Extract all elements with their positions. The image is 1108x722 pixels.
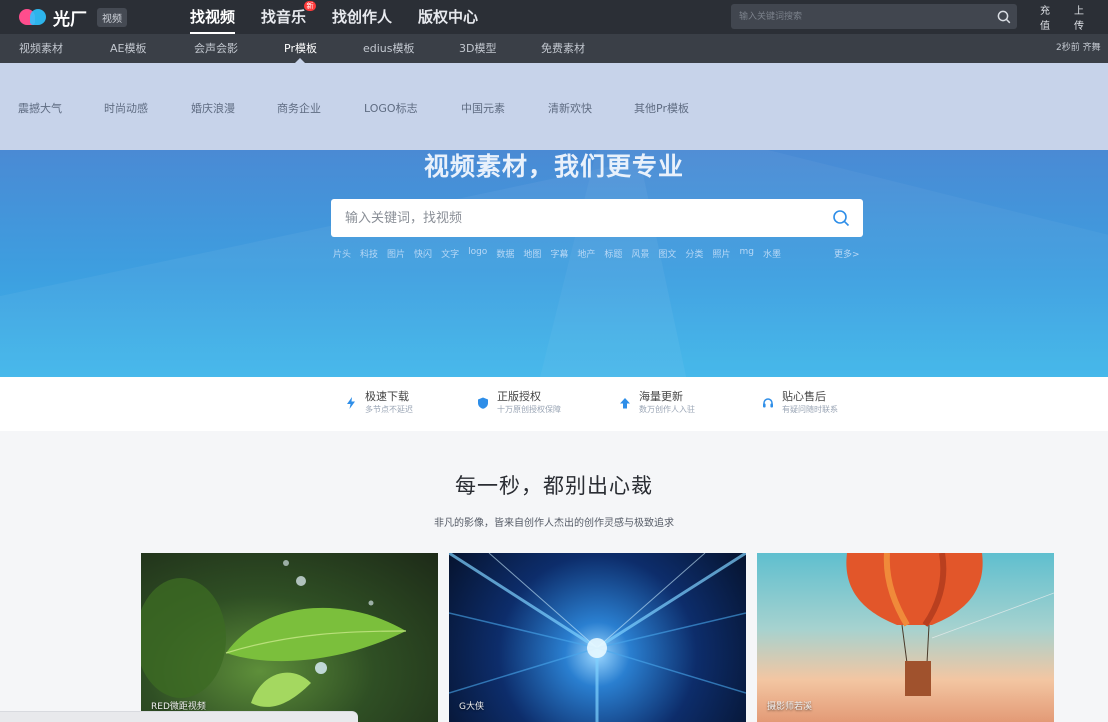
feature-desc: 有疑问随时联系 [782, 405, 838, 414]
nav-copyright-center-label: 版权中心 [418, 8, 479, 26]
hot-air-balloon-illustration [846, 553, 1054, 696]
brand-logo[interactable]: 光厂 视频 [19, 0, 127, 34]
hot-tag[interactable]: 地图 [523, 247, 541, 260]
recent-activity-text: 2秒前 齐舞 [1056, 43, 1101, 53]
brand-name: 光厂 [53, 9, 87, 30]
feature-desc: 数万创作人入驻 [639, 405, 695, 414]
feature-desc: 多节点不延迟 [365, 405, 413, 414]
showcase-card-balloon[interactable]: 摄影师若溪 [757, 553, 1054, 722]
search-icon[interactable] [819, 199, 863, 237]
more-tags-link[interactable]: 更多> [834, 247, 860, 260]
brand-sub-label: 视频 [97, 7, 127, 27]
feature-licensed: 正版授权十万原创授权保障 [477, 390, 561, 415]
nav-find-creator[interactable]: 找创作人 [319, 0, 405, 34]
nav-copyright-center[interactable]: 版权中心 [405, 0, 491, 34]
subnav-edius-templates[interactable]: edius模板 [363, 34, 415, 63]
dropdown-item[interactable]: 婚庆浪漫 [191, 100, 235, 116]
nav-find-video-label: 找视频 [190, 8, 236, 26]
search-icon[interactable] [991, 4, 1017, 29]
dropdown-item[interactable]: 商务企业 [277, 100, 321, 116]
subnav-pr-templates[interactable]: Pr模板 [284, 34, 317, 63]
feature-strip: 极速下载多节点不延迟 正版授权十万原创授权保障 海量更新数万创作人入驻 贴心售后… [0, 377, 1108, 431]
nav-find-video[interactable]: 找视频 [177, 0, 248, 34]
card-caption: 摄影师若溪 [767, 702, 813, 712]
upload-link[interactable]: 上传 [1074, 2, 1084, 32]
dropdown-item[interactable]: 震撼大气 [18, 100, 62, 116]
dropdown-item[interactable]: 时尚动感 [104, 100, 148, 116]
top-navbar: 光厂 视频 找视频 找音乐新 找创作人 版权中心 充值 上传 [0, 0, 1108, 34]
dropdown-item[interactable]: 其他Pr模板 [634, 100, 689, 116]
dropdown-item[interactable]: 中国元素 [461, 100, 505, 116]
subnav-3d-models[interactable]: 3D模型 [459, 34, 496, 63]
hot-tag[interactable]: 标题 [604, 247, 622, 260]
main-nav: 找视频 找音乐新 找创作人 版权中心 [177, 0, 491, 34]
hot-tag[interactable]: 水墨 [763, 247, 781, 260]
nav-find-music[interactable]: 找音乐新 [248, 0, 319, 34]
hero-search-input[interactable] [331, 199, 819, 237]
headset-icon [762, 394, 774, 408]
hot-search-tags: 片头 科技 图片 快闪 文字 logo 数据 地图 字幕 地产 标题 风景 图文… [333, 247, 790, 260]
hot-tag[interactable]: 文字 [441, 247, 459, 260]
recharge-link[interactable]: 充值 [1040, 2, 1050, 32]
card-caption: G大侠 [459, 702, 484, 712]
showcase-subtitle: 非凡的影像，皆来自创作人杰出的创作灵感与极致追求 [434, 518, 674, 529]
showcase-card-tunnel[interactable]: G大侠 [449, 553, 746, 722]
feature-title: 极速下载 [365, 390, 409, 403]
subnav-video-material[interactable]: 视频素材 [19, 34, 63, 63]
lightning-icon [345, 394, 357, 409]
nav-find-music-label: 找音乐 [261, 8, 307, 26]
showcase-card-leaf[interactable]: RED微距视频 [141, 553, 438, 722]
hot-tag[interactable]: 快闪 [414, 247, 432, 260]
dropdown-item[interactable]: LOGO标志 [364, 100, 418, 116]
top-search-input[interactable] [731, 4, 991, 29]
feature-title: 海量更新 [639, 390, 683, 403]
logo-icon [19, 9, 47, 25]
subnav-ae-templates[interactable]: AE模板 [110, 34, 146, 63]
feature-desc: 十万原创授权保障 [497, 405, 561, 414]
hot-tag[interactable]: 图片 [387, 247, 405, 260]
hot-tag[interactable]: 地产 [577, 247, 595, 260]
leaf-dewdrop-illustration [141, 560, 407, 707]
hot-tag[interactable]: 科技 [360, 247, 378, 260]
top-search-box [731, 4, 1017, 29]
hot-tag[interactable]: 图文 [658, 247, 676, 260]
showcase-title: 每一秒，都别出心裁 [455, 474, 653, 498]
pr-template-dropdown: 震撼大气 时尚动感 婚庆浪漫 商务企业 LOGO标志 中国元素 清新欢快 其他P… [0, 63, 1108, 150]
new-badge: 新 [304, 1, 317, 11]
feature-title: 正版授权 [497, 390, 541, 403]
dropdown-item[interactable]: 清新欢快 [548, 100, 592, 116]
feature-mass-update: 海量更新数万创作人入驻 [619, 390, 695, 415]
category-subnav: 视频素材 AE模板 会声会影 Pr模板 edius模板 3D模型 免费素材 [0, 34, 1108, 63]
hot-tag[interactable]: mg [739, 247, 753, 260]
hero-search-box [331, 199, 863, 237]
feature-title: 贴心售后 [782, 390, 826, 403]
horizontal-scrollbar[interactable] [0, 711, 358, 722]
hero-banner: 视频素材，我们更专业 片头 科技 图片 快闪 文字 logo 数据 地图 字幕 … [0, 150, 1108, 377]
top-right-links: 充值 上传 [1040, 0, 1108, 34]
hot-tag[interactable]: 片头 [333, 247, 351, 260]
hot-tag[interactable]: 字幕 [550, 247, 568, 260]
hot-tag[interactable]: 数据 [496, 247, 514, 260]
upload-arrow-icon [619, 394, 631, 409]
subnav-huisheng-huiying[interactable]: 会声会影 [194, 34, 238, 63]
hero-title: 视频素材，我们更专业 [423, 152, 684, 181]
hot-tag[interactable]: 风景 [631, 247, 649, 260]
hot-tag[interactable]: 分类 [685, 247, 703, 260]
feature-fast-download: 极速下载多节点不延迟 [345, 390, 413, 415]
feature-after-sales: 贴心售后有疑问随时联系 [762, 390, 838, 415]
light-tunnel-illustration [449, 553, 746, 722]
nav-find-creator-label: 找创作人 [332, 8, 393, 26]
shield-icon [477, 394, 489, 409]
hot-tag[interactable]: logo [468, 247, 487, 260]
hot-tag[interactable]: 照片 [712, 247, 730, 260]
subnav-free-material[interactable]: 免费素材 [541, 34, 585, 63]
